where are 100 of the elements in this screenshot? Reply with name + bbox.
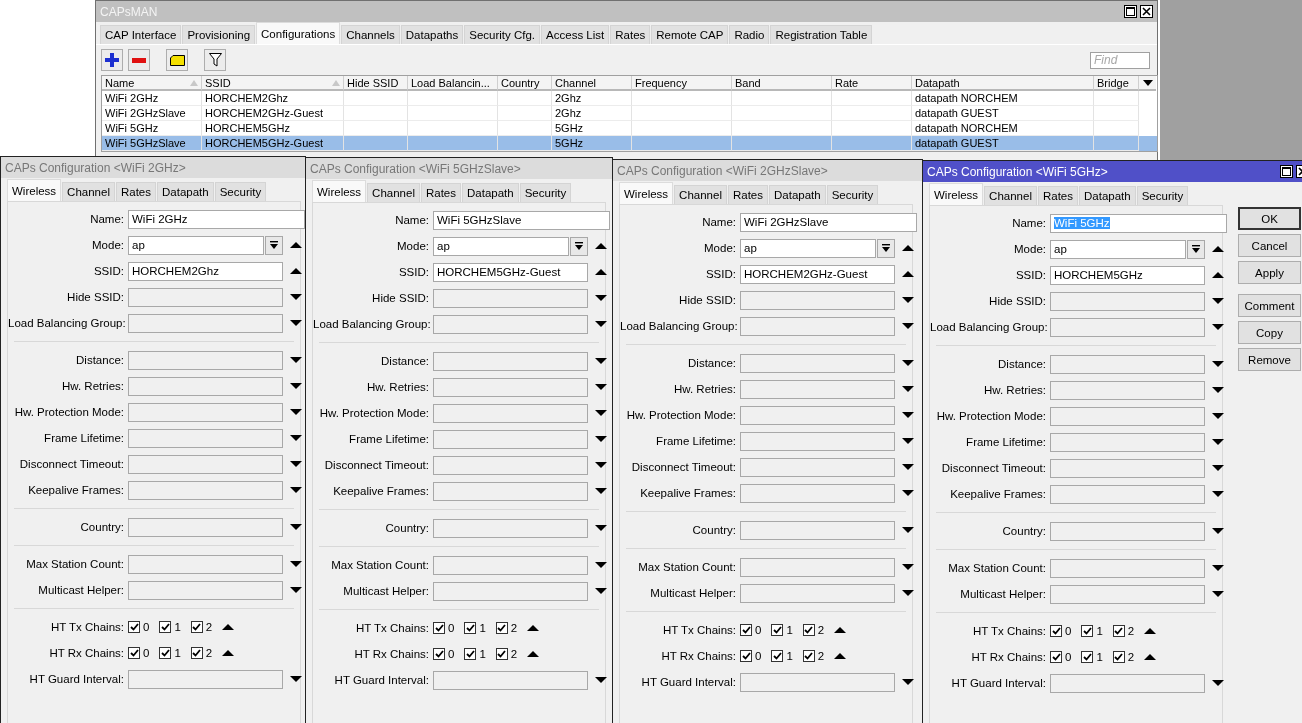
tab[interactable]: Datapath — [157, 182, 214, 201]
down-triangle-icon[interactable] — [595, 561, 607, 569]
up-triangle-icon[interactable] — [834, 626, 847, 634]
column-header[interactable]: Name — [102, 76, 202, 91]
dropdown-field[interactable] — [128, 376, 283, 396]
up-triangle-icon[interactable] — [595, 242, 607, 250]
down-triangle-icon[interactable] — [290, 356, 302, 364]
add-button[interactable] — [101, 49, 123, 71]
tab[interactable]: Rates — [1037, 186, 1078, 205]
dropdown-field[interactable] — [740, 353, 895, 373]
dropdown-field[interactable] — [740, 290, 895, 310]
remove-button[interactable] — [128, 49, 150, 71]
up-triangle-icon[interactable] — [222, 649, 235, 657]
down-triangle-icon[interactable] — [595, 435, 607, 443]
down-triangle-icon[interactable] — [1212, 490, 1224, 498]
up-triangle-icon[interactable] — [1212, 271, 1224, 279]
up-triangle-icon[interactable] — [902, 270, 914, 278]
dropdown-field[interactable] — [433, 455, 588, 475]
dialog-button[interactable]: Copy — [1238, 321, 1301, 344]
down-triangle-icon[interactable] — [595, 383, 607, 391]
dialog-button[interactable]: OK — [1238, 207, 1301, 230]
down-triangle-icon[interactable] — [1212, 297, 1224, 305]
dropdown-field[interactable] — [740, 520, 895, 540]
down-triangle-icon[interactable] — [902, 359, 914, 367]
column-header[interactable]: Bridge — [1094, 76, 1139, 91]
down-triangle-icon[interactable] — [1212, 679, 1224, 687]
tab[interactable]: Registration Table — [770, 25, 873, 44]
column-menu-button[interactable] — [1139, 76, 1156, 91]
dropdown-field[interactable] — [128, 580, 283, 600]
down-triangle-icon[interactable] — [902, 322, 914, 330]
dropdown-field[interactable] — [128, 428, 283, 448]
dropdown-field[interactable] — [433, 555, 588, 575]
down-triangle-icon[interactable] — [1212, 464, 1224, 472]
column-header[interactable]: Hide SSID — [344, 76, 408, 91]
name-field[interactable]: WiFi 5GHzSlave — [433, 210, 610, 230]
up-triangle-icon[interactable] — [1144, 627, 1157, 635]
down-triangle-icon[interactable] — [290, 460, 302, 468]
name-field[interactable]: WiFi 2GHzSlave — [740, 212, 917, 232]
column-header[interactable]: Channel — [552, 76, 632, 91]
mode-field[interactable]: ap — [128, 235, 264, 255]
mode-field[interactable]: ap — [433, 236, 569, 256]
dropdown-field[interactable] — [1050, 558, 1205, 578]
tab[interactable]: Channel — [62, 182, 115, 201]
up-triangle-icon[interactable] — [527, 624, 540, 632]
tab[interactable]: Rates — [727, 185, 768, 204]
down-triangle-icon[interactable] — [595, 409, 607, 417]
mode-field[interactable]: ap — [1050, 239, 1186, 259]
down-triangle-icon[interactable] — [1212, 438, 1224, 446]
down-triangle-icon[interactable] — [595, 294, 607, 302]
tab[interactable]: Channel — [367, 183, 420, 202]
down-triangle-icon[interactable] — [595, 524, 607, 532]
down-triangle-icon[interactable] — [290, 560, 302, 568]
dropdown-field[interactable] — [740, 672, 895, 692]
tab[interactable]: Configurations — [256, 22, 341, 44]
dropdown-field[interactable] — [1050, 406, 1205, 426]
down-triangle-icon[interactable] — [1212, 386, 1224, 394]
tab[interactable]: Remote CAP — [651, 25, 729, 44]
dialog-button[interactable]: Apply — [1238, 261, 1301, 284]
down-triangle-icon[interactable] — [595, 320, 607, 328]
down-triangle-icon[interactable] — [1212, 323, 1224, 331]
down-triangle-icon[interactable] — [595, 587, 607, 595]
filter-button[interactable] — [204, 49, 226, 71]
down-triangle-icon[interactable] — [1212, 590, 1224, 598]
tab[interactable]: Wireless — [929, 183, 984, 205]
down-triangle-icon[interactable] — [595, 461, 607, 469]
down-triangle-icon[interactable] — [290, 408, 302, 416]
tab[interactable]: Channel — [984, 186, 1037, 205]
tab[interactable]: Channel — [674, 185, 727, 204]
down-triangle-icon[interactable] — [902, 526, 914, 534]
tab[interactable]: Wireless — [7, 179, 62, 201]
dialog-button[interactable]: Remove — [1238, 348, 1301, 371]
column-header[interactable]: Load Balancin... — [408, 76, 498, 91]
dropdown-field[interactable] — [433, 377, 588, 397]
dropdown-field[interactable] — [433, 670, 588, 690]
dropdown-field[interactable] — [128, 554, 283, 574]
column-header[interactable]: SSID — [202, 76, 344, 91]
column-header[interactable]: Country — [498, 76, 552, 91]
dropdown-field[interactable] — [1050, 673, 1205, 693]
maximize-button[interactable] — [1124, 5, 1137, 18]
down-triangle-icon[interactable] — [290, 319, 302, 327]
dropdown-field[interactable] — [433, 403, 588, 423]
ssid-field[interactable]: HORCHEM2Ghz — [128, 261, 283, 281]
down-triangle-icon[interactable] — [595, 357, 607, 365]
dropdown-field[interactable] — [128, 287, 283, 307]
dialog-button[interactable]: Cancel — [1238, 234, 1301, 257]
name-field[interactable]: WiFi 2GHz — [128, 209, 305, 229]
tab[interactable]: Channels — [341, 25, 400, 44]
dropdown-field[interactable] — [740, 405, 895, 425]
column-header[interactable]: Rate — [832, 76, 912, 91]
down-triangle-icon[interactable] — [290, 523, 302, 531]
dropdown-field[interactable] — [1050, 484, 1205, 504]
tab[interactable]: Datapaths — [400, 25, 464, 44]
dropdown-field[interactable] — [740, 431, 895, 451]
down-triangle-icon[interactable] — [902, 589, 914, 597]
tab[interactable]: Datapath — [462, 183, 519, 202]
dropdown-button[interactable] — [1187, 239, 1205, 259]
dropdown-field[interactable] — [1050, 317, 1205, 337]
down-triangle-icon[interactable] — [902, 411, 914, 419]
dropdown-field[interactable] — [740, 457, 895, 477]
tab[interactable]: CAP Interface — [100, 25, 182, 44]
